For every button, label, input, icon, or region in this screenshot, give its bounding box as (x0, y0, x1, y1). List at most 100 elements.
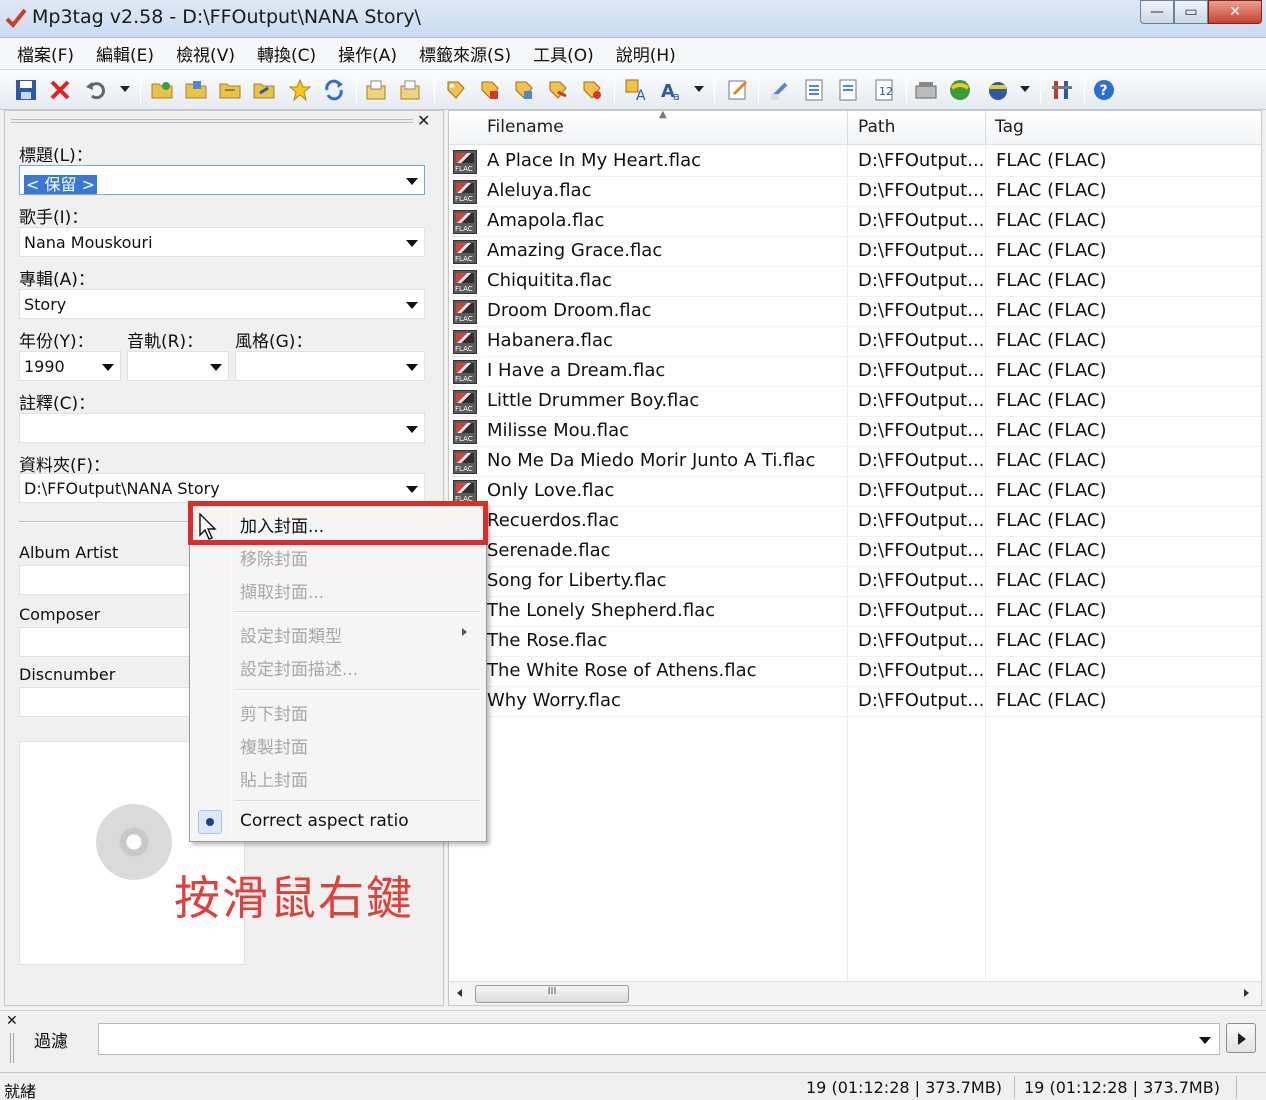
delete-icon[interactable] (48, 78, 72, 102)
text-tag-icon[interactable] (512, 78, 536, 102)
numbering-icon[interactable]: 12 (872, 78, 896, 102)
menu-item-cut-cover[interactable]: 剪下封面 (240, 700, 308, 725)
table-row[interactable]: Only Love.flac D:\FFOutput... FLAC (FLAC) (451, 477, 1261, 507)
tools-icon[interactable] (1050, 78, 1074, 102)
tag-tag-icon[interactable] (546, 78, 570, 102)
table-row[interactable]: Why Worry.flac D:\FFOutput... FLAC (FLAC) (451, 687, 1261, 717)
menu-convert[interactable]: 轉換(C) (246, 41, 327, 66)
panel-grip[interactable] (11, 119, 413, 123)
artist-field[interactable]: Nana Mouskouri (19, 227, 425, 257)
table-row[interactable]: I Have a Dream.flac D:\FFOutput... FLAC (F… (451, 357, 1261, 387)
case-dropdown-icon[interactable] (694, 86, 704, 92)
column-resize-handle[interactable] (985, 111, 986, 145)
print-icon[interactable] (398, 78, 422, 102)
table-row[interactable]: Song for Liberty.flac D:\FFOutput... FLAC … (451, 567, 1261, 597)
chevron-down-icon[interactable] (406, 240, 418, 247)
filter-go-button[interactable] (1226, 1023, 1256, 1053)
chevron-down-icon[interactable] (406, 364, 418, 371)
chevron-down-icon[interactable] (406, 178, 418, 185)
pencil-icon[interactable] (768, 78, 792, 102)
playlist-icon[interactable] (802, 78, 826, 102)
genre-field[interactable] (235, 351, 425, 381)
table-row[interactable]: Amapola.flac D:\FFOutput... FLAC (FLAC) (451, 207, 1261, 237)
close-button[interactable]: ✕ (1208, 0, 1262, 24)
favorite-folder-icon[interactable] (252, 78, 276, 102)
title-field[interactable]: < 保留 > (19, 165, 425, 195)
filter-grip[interactable] (10, 1033, 14, 1063)
menu-item-remove-cover[interactable]: 移除封面 (240, 545, 308, 570)
column-header-filename[interactable]: Filename (487, 117, 564, 137)
scroll-right-icon[interactable] (1244, 989, 1249, 997)
refresh-icon[interactable] (322, 78, 346, 102)
freedb-icon[interactable] (914, 78, 938, 102)
undo-icon[interactable] (84, 78, 108, 102)
chevron-down-icon[interactable] (210, 364, 222, 371)
filename-tag-icon[interactable] (478, 78, 502, 102)
help-icon[interactable]: ? (1092, 78, 1116, 102)
column-header-path[interactable]: Path (858, 117, 895, 137)
menu-item-extract-cover[interactable]: 擷取封面... (240, 578, 324, 603)
comment-field[interactable] (19, 413, 425, 443)
table-row[interactable]: A Place In My Heart.flac D:\FFOutput... FL… (451, 147, 1261, 177)
menu-tools[interactable]: 工具(O) (522, 41, 605, 66)
table-row[interactable]: Chiquitita.flac D:\FFOutput... FLAC (FLAC) (451, 267, 1261, 297)
table-row[interactable]: Droom Droom.flac D:\FFOutput... FLAC (FLAC… (451, 297, 1261, 327)
table-row[interactable]: Little Drummer Boy.flac D:\FFOutput... FLA… (451, 387, 1261, 417)
menu-item-set-cover-type[interactable]: 設定封面類型 (240, 622, 342, 647)
table-row[interactable]: Amazing Grace.flac D:\FFOutput... FLAC (FL… (451, 237, 1261, 267)
menu-view[interactable]: 檢視(V) (165, 41, 246, 66)
table-row[interactable]: The Rose.flac D:\FFOutput... FLAC (FLAC) (451, 627, 1261, 657)
menu-item-copy-cover[interactable]: 複製封面 (240, 733, 308, 758)
web-sources-menu-icon[interactable] (986, 78, 1010, 102)
year-field[interactable]: 1990 (19, 351, 121, 381)
open-folder-icon[interactable] (150, 78, 174, 102)
chevron-down-icon[interactable] (1199, 1037, 1211, 1044)
panel-close-icon[interactable]: ✕ (417, 111, 430, 130)
horizontal-scrollbar[interactable]: III (449, 981, 1261, 1005)
menu-help[interactable]: 說明(H) (605, 41, 687, 66)
chevron-down-icon[interactable] (102, 364, 114, 371)
menu-item-correct-aspect-ratio[interactable]: Correct aspect ratio (240, 811, 409, 831)
table-row[interactable]: The Lonely Shepherd.flac D:\FFOutput... FL… (451, 597, 1261, 627)
chevron-down-icon[interactable] (406, 486, 418, 493)
table-row[interactable]: Habanera.flac D:\FFOutput... FLAC (FLAC) (451, 327, 1261, 357)
minimize-button[interactable]: — (1140, 0, 1174, 24)
edit-icon[interactable] (726, 78, 750, 102)
column-resize-handle[interactable] (847, 111, 848, 145)
directory-field[interactable]: D:\FFOutput\NANA Story (19, 473, 425, 503)
chevron-down-icon[interactable] (406, 426, 418, 433)
web-source-icon[interactable] (948, 78, 972, 102)
menu-file[interactable]: 檔案(F) (6, 41, 85, 66)
track-field[interactable] (127, 351, 229, 381)
scroll-left-icon[interactable] (457, 989, 462, 997)
export-icon[interactable] (364, 78, 388, 102)
table-row[interactable]: No Me Da Miedo Morir Junto A Ti.flac D:\F… (451, 447, 1261, 477)
album-field[interactable]: Story (19, 289, 425, 319)
table-row[interactable]: Recuerdos.flac D:\FFOutput... FLAC (FLAC) (451, 507, 1261, 537)
table-row[interactable]: Milisse Mou.flac D:\FFOutput... FLAC (FLAC… (451, 417, 1261, 447)
table-row[interactable]: Serenade.flac D:\FFOutput... FLAC (FLAC) (451, 537, 1261, 567)
menu-tag-sources[interactable]: 標籤來源(S) (408, 41, 522, 66)
column-header-tag[interactable]: Tag (995, 117, 1024, 137)
filter-close-icon[interactable]: ✕ (6, 1013, 18, 1029)
filter-input[interactable] (98, 1023, 1220, 1055)
folder-list-icon[interactable] (218, 78, 242, 102)
menu-edit[interactable]: 編輯(E) (85, 41, 165, 66)
scroll-thumb[interactable]: III (475, 985, 629, 1003)
web-sources-dropdown-icon[interactable] (1020, 86, 1030, 92)
save-icon[interactable] (14, 78, 38, 102)
export-list-icon[interactable] (836, 78, 860, 102)
tag-source-icon[interactable] (580, 78, 604, 102)
case-conversion-icon[interactable]: Aa (660, 78, 684, 102)
undo-dropdown-icon[interactable] (120, 86, 130, 92)
maximize-button[interactable]: ▭ (1174, 0, 1208, 24)
chevron-down-icon[interactable] (406, 302, 418, 309)
star-icon[interactable] (288, 78, 312, 102)
menu-actions[interactable]: 操作(A) (327, 41, 408, 66)
add-folder-icon[interactable] (184, 78, 208, 102)
menu-item-set-cover-description[interactable]: 設定封面描述... (240, 655, 358, 680)
replace-icon[interactable]: A (624, 78, 648, 102)
tag-filename-icon[interactable] (444, 78, 468, 102)
table-row[interactable]: Aleluya.flac D:\FFOutput... FLAC (FLAC) (451, 177, 1261, 207)
table-row[interactable]: The White Rose of Athens.flac D:\FFOutput… (451, 657, 1261, 687)
